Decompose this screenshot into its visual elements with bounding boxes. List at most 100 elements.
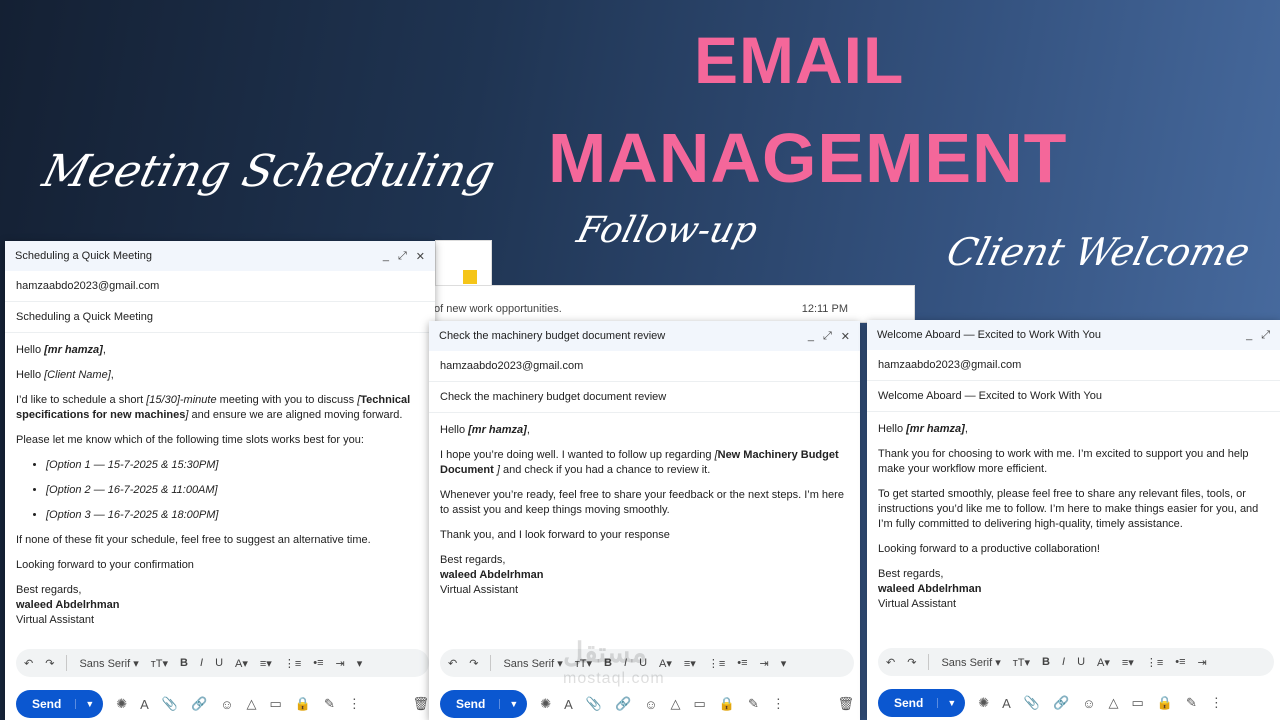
link-icon[interactable]: 🔗 xyxy=(1053,695,1069,711)
send-button[interactable]: Send ▼ xyxy=(440,690,528,718)
link-icon[interactable]: 🔗 xyxy=(191,696,207,712)
formatting-options-icon[interactable]: A xyxy=(1002,696,1011,711)
undo-icon[interactable]: ↶ xyxy=(24,657,33,670)
to-field[interactable]: hamzaabdo2023@gmail.com xyxy=(429,351,860,382)
formatting-toolbar: ↶ ↷ Sans Serif ▾ тT▾ B I U A▾ ≡▾ ⋮≡ •≡ ⇥ xyxy=(878,648,1274,676)
font-select[interactable]: Sans Serif ▾ xyxy=(503,657,562,670)
slots-intro: Please let me know which of the followin… xyxy=(16,434,364,446)
font-size-icon[interactable]: тT▾ xyxy=(1013,656,1030,669)
close-icon[interactable]: ✕ xyxy=(841,330,850,343)
bold-button[interactable]: B xyxy=(1042,656,1050,668)
numbered-list-icon[interactable]: ⋮≡ xyxy=(708,657,725,670)
more-options-icon[interactable]: ⋮ xyxy=(348,696,361,712)
drive-icon[interactable]: △ xyxy=(671,696,681,712)
subject-field[interactable]: Scheduling a Quick Meeting xyxy=(5,302,435,333)
send-options-icon[interactable]: ▼ xyxy=(499,699,527,709)
underline-button[interactable]: U xyxy=(1077,656,1085,668)
formatting-options-icon[interactable]: A xyxy=(564,697,573,712)
trash-icon[interactable]: 🗑 xyxy=(412,696,429,712)
subject-field[interactable]: Welcome Aboard — Excited to Work With Yo… xyxy=(867,381,1280,412)
more-formatting-icon[interactable]: ▾ xyxy=(781,657,787,670)
photo-icon[interactable]: ▭ xyxy=(694,696,706,712)
undo-icon[interactable]: ↶ xyxy=(448,657,457,670)
minimize-icon[interactable]: _ xyxy=(383,250,389,263)
redo-icon[interactable]: ↷ xyxy=(907,656,916,669)
font-size-icon[interactable]: тT▾ xyxy=(151,657,168,670)
expand-icon[interactable]: ⤢ xyxy=(1261,329,1270,342)
signature-icon[interactable]: ✎ xyxy=(748,696,759,712)
list-item: [Option 3 — 16-7-2025 & 18:00PM] xyxy=(46,508,424,523)
send-button[interactable]: Send ▼ xyxy=(16,690,104,718)
link-icon[interactable]: 🔗 xyxy=(615,696,631,712)
send-options-icon[interactable]: ▼ xyxy=(937,698,965,708)
compose-window-meeting: Scheduling a Quick Meeting _ ⤢ ✕ hamzaab… xyxy=(5,241,435,720)
redo-icon[interactable]: ↷ xyxy=(45,657,54,670)
attach-icon[interactable]: 📎 xyxy=(1024,695,1040,711)
message-body[interactable]: Hello [mr hamza], Hello [Client Name], I… xyxy=(5,333,435,628)
minimize-icon[interactable]: _ xyxy=(1246,329,1252,342)
confidential-icon[interactable]: 🔒 xyxy=(719,696,735,712)
italic-button[interactable]: I xyxy=(1062,656,1065,668)
ai-icon[interactable]: ✺ xyxy=(978,695,989,711)
expand-icon[interactable]: ⤢ xyxy=(398,250,407,263)
emoji-icon[interactable]: ☺ xyxy=(644,697,657,712)
signature-icon[interactable]: ✎ xyxy=(1186,695,1197,711)
signature: Best regards, waleed Abdelrhman Virtual … xyxy=(440,554,544,596)
photo-icon[interactable]: ▭ xyxy=(1132,695,1144,711)
indent-icon[interactable]: ⇥ xyxy=(760,657,769,670)
bulleted-list-icon[interactable]: •≡ xyxy=(737,657,747,669)
headline-management: MANAGEMENT xyxy=(548,119,1068,197)
inbox-time: 12:11 PM xyxy=(801,303,848,315)
emoji-icon[interactable]: ☺ xyxy=(220,697,233,712)
more-options-icon[interactable]: ⋮ xyxy=(772,696,785,712)
ai-icon[interactable]: ✺ xyxy=(540,696,551,712)
time-slot-list: [Option 1 — 15-7-2025 & 15:30PM] [Option… xyxy=(46,458,424,523)
signature-icon[interactable]: ✎ xyxy=(324,696,335,712)
ai-icon[interactable]: ✺ xyxy=(116,696,127,712)
expand-icon[interactable]: ⤢ xyxy=(823,330,832,343)
trash-icon[interactable]: 🗑 xyxy=(837,696,854,712)
more-formatting-icon[interactable]: ▾ xyxy=(357,657,363,670)
message-body[interactable]: Hello [mr hamza], I hope you’re doing we… xyxy=(429,413,860,598)
font-select[interactable]: Sans Serif ▾ xyxy=(941,656,1000,669)
background-inbox-row: of new work opportunities. 12:11 PM xyxy=(425,285,915,323)
confidential-icon[interactable]: 🔒 xyxy=(295,696,311,712)
font-select[interactable]: Sans Serif ▾ xyxy=(79,657,138,670)
to-field[interactable]: hamzaabdo2023@gmail.com xyxy=(867,350,1280,381)
emoji-icon[interactable]: ☺ xyxy=(1082,696,1095,711)
photo-icon[interactable]: ▭ xyxy=(270,696,282,712)
drive-icon[interactable]: △ xyxy=(1109,695,1119,711)
divider xyxy=(66,655,68,671)
more-options-icon[interactable]: ⋮ xyxy=(1210,695,1223,711)
to-field[interactable]: hamzaabdo2023@gmail.com xyxy=(5,271,435,302)
close-icon[interactable]: ✕ xyxy=(416,250,425,263)
italic-button[interactable]: I xyxy=(200,657,203,669)
align-button[interactable]: ≡▾ xyxy=(260,657,272,670)
numbered-list-icon[interactable]: ⋮≡ xyxy=(284,657,301,670)
attach-icon[interactable]: 📎 xyxy=(586,696,602,712)
underline-button[interactable]: U xyxy=(215,657,223,669)
compose-actions: Send ▼ ✺ A 📎 🔗 ☺ △ ▭ 🔒 ✎ ⋮ 🗑 xyxy=(16,689,429,719)
align-button[interactable]: ≡▾ xyxy=(684,657,696,670)
list-item: [Option 1 — 15-7-2025 & 15:30PM] xyxy=(46,458,424,473)
confidential-icon[interactable]: 🔒 xyxy=(1157,695,1173,711)
redo-icon[interactable]: ↷ xyxy=(469,657,478,670)
formatting-options-icon[interactable]: A xyxy=(140,697,149,712)
drive-icon[interactable]: △ xyxy=(247,696,257,712)
text-color-button[interactable]: A▾ xyxy=(1097,656,1110,669)
send-options-icon[interactable]: ▼ xyxy=(75,699,103,709)
indent-icon[interactable]: ⇥ xyxy=(1198,656,1207,669)
attach-icon[interactable]: 📎 xyxy=(162,696,178,712)
send-button[interactable]: Send ▼ xyxy=(878,689,966,717)
indent-icon[interactable]: ⇥ xyxy=(336,657,345,670)
align-button[interactable]: ≡▾ xyxy=(1122,656,1134,669)
bold-button[interactable]: B xyxy=(180,657,188,669)
undo-icon[interactable]: ↶ xyxy=(886,656,895,669)
text-color-button[interactable]: A▾ xyxy=(235,657,248,670)
subject-field[interactable]: Check the machinery budget document revi… xyxy=(429,382,860,413)
minimize-icon[interactable]: _ xyxy=(808,330,814,343)
numbered-list-icon[interactable]: ⋮≡ xyxy=(1146,656,1163,669)
message-body[interactable]: Hello [mr hamza], Thank you for choosing… xyxy=(867,412,1280,612)
bulleted-list-icon[interactable]: •≡ xyxy=(1175,656,1185,668)
bulleted-list-icon[interactable]: •≡ xyxy=(313,657,323,669)
